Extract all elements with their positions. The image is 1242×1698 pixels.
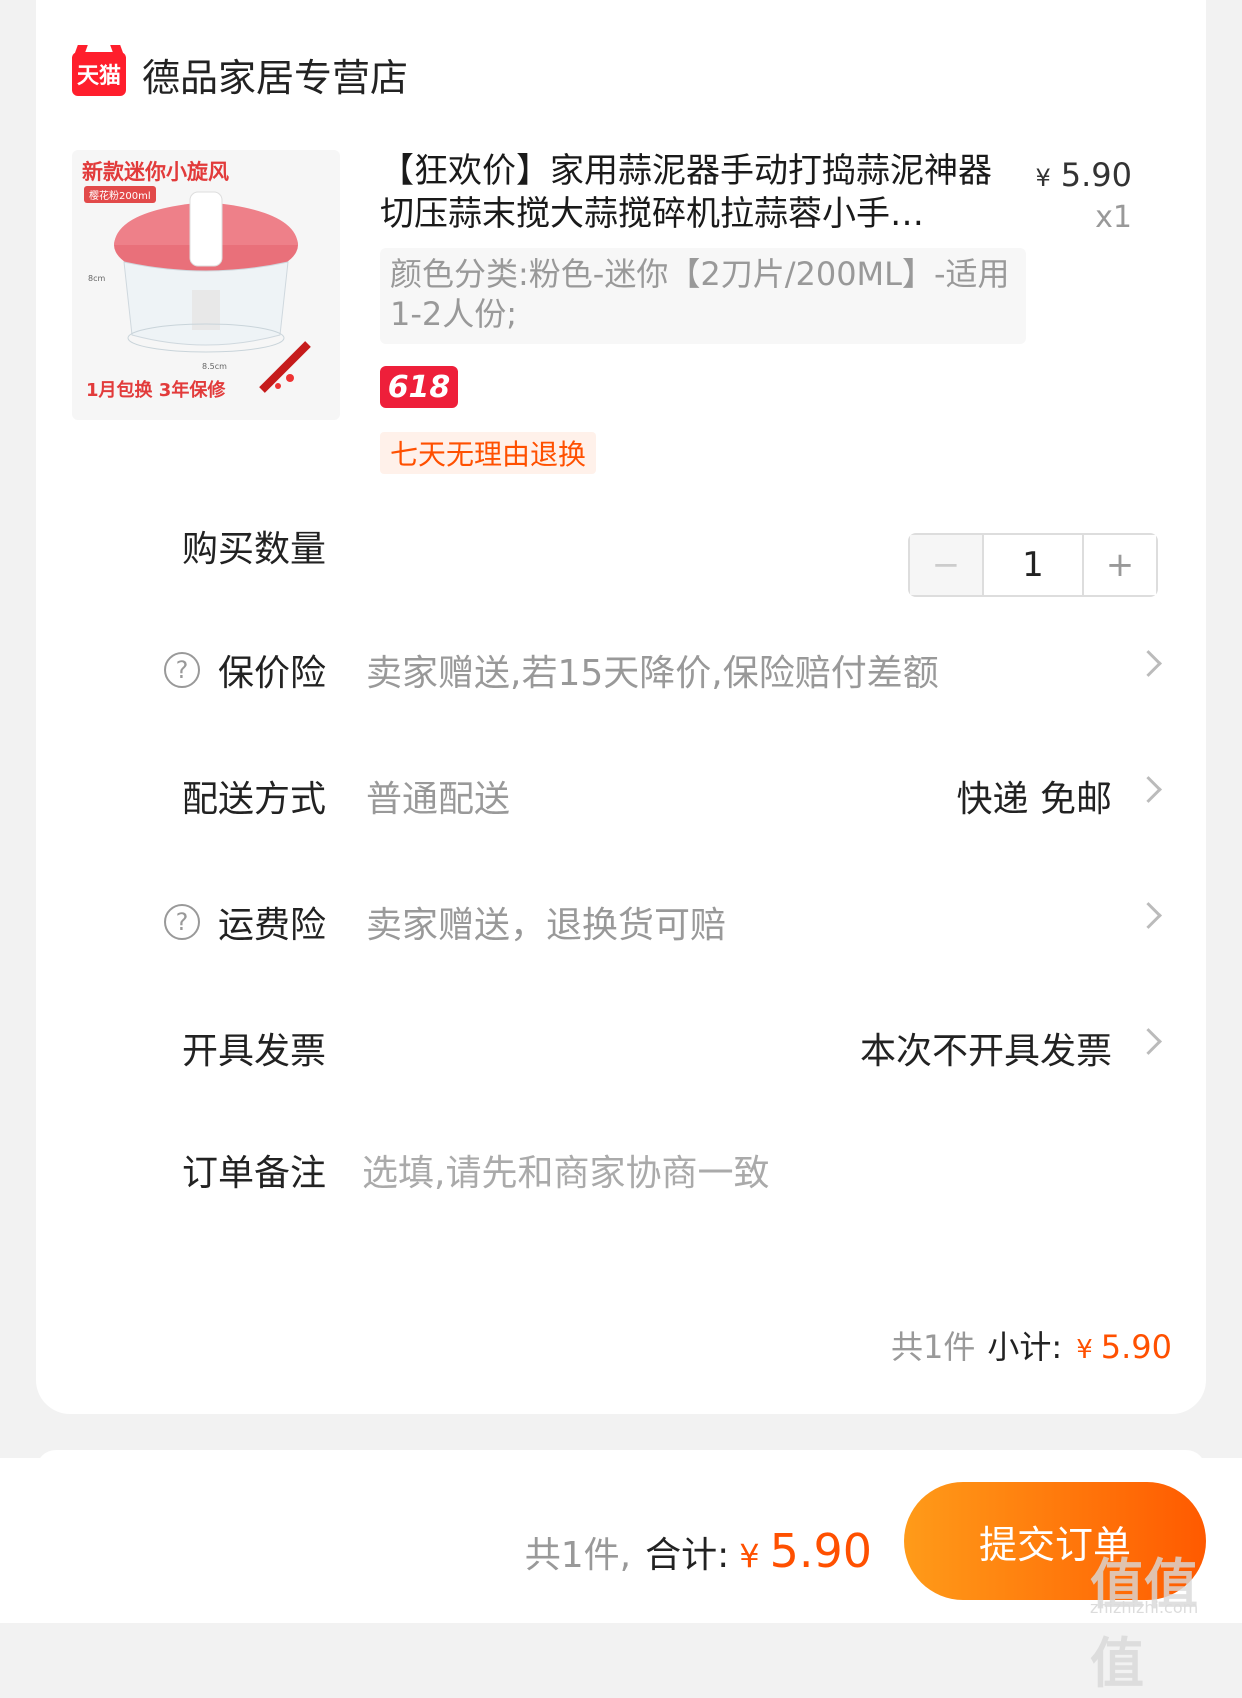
remark-row[interactable]: 订单备注 选填,请先和商家协商一致: [36, 1140, 1206, 1200]
tmall-logo-text: 天猫: [76, 64, 121, 89]
chevron-right-icon: [1135, 1028, 1162, 1055]
price-insurance-row[interactable]: ? 保价险 卖家赠送,若15天降价,保险赔付差额: [36, 640, 1206, 700]
price-insurance-label: 保价险: [218, 653, 327, 694]
delivery-row[interactable]: 配送方式 普通配送 快递 免邮: [36, 766, 1206, 826]
watermark-logo: 值值值: [1090, 1553, 1198, 1695]
product-qty: x1: [1095, 200, 1132, 235]
freight-insurance-row[interactable]: ? 运费险 卖家赠送，退换货可赔: [36, 892, 1206, 952]
store-name[interactable]: 德品家居专营店: [142, 47, 408, 102]
tmall-logo: 天猫: [72, 52, 126, 96]
return-policy-tag: 七天无理由退换: [380, 432, 597, 474]
product-sku[interactable]: 颜色分类:粉色-迷你【2刀片/200ML】-适用1-2人份;: [380, 248, 1026, 344]
subtotal-currency: ¥: [1076, 1335, 1093, 1365]
quantity-label: 购买数量: [182, 529, 327, 570]
freight-insurance-label: 运费险: [218, 905, 327, 946]
help-icon[interactable]: ?: [164, 652, 200, 688]
image-caption-warranty: 1月包换 3年保修: [86, 380, 226, 401]
decrease-button[interactable]: −: [910, 535, 984, 595]
subtotal-count: 共1件: [891, 1328, 976, 1366]
subtotal: 共1件 小计: ¥5.90: [891, 1322, 1172, 1368]
price-currency: ¥: [1035, 164, 1051, 192]
subtotal-amount: ¥5.90: [1076, 1328, 1172, 1366]
product-title[interactable]: 【狂欢价】家用蒜泥器手动打捣蒜泥神器切压蒜末搅大蒜搅碎机拉蒜蓉小手…: [380, 150, 1010, 236]
chevron-right-icon: [1135, 776, 1162, 803]
promo-618-badge: 618: [380, 366, 458, 408]
order-total: 共1件, 合计: ¥5.90: [525, 1524, 872, 1578]
invoice-value: 本次不开具发票: [859, 1031, 1112, 1072]
subtotal-label: 小计:: [987, 1328, 1063, 1366]
product-price: ¥5.90: [1035, 156, 1132, 194]
chevron-right-icon: [1135, 902, 1162, 929]
quantity-stepper[interactable]: − 1 +: [908, 533, 1158, 597]
subtotal-value: 5.90: [1100, 1328, 1172, 1366]
freight-insurance-desc: 卖家赠送，退换货可赔: [366, 905, 727, 946]
quantity-input[interactable]: 1: [984, 535, 1082, 595]
help-icon[interactable]: ?: [164, 904, 200, 940]
chevron-right-icon: [1135, 650, 1162, 677]
total-count: 共1件,: [524, 1535, 632, 1576]
remark-label: 订单备注: [182, 1153, 327, 1194]
delivery-value: 快递 免邮: [956, 779, 1112, 820]
price-value: 5.90: [1060, 156, 1132, 194]
order-card: 天猫 德品家居专营店 新款迷你小旋风 樱花粉200ml 11cm 8cm 8.5…: [36, 0, 1206, 1414]
total-amount: ¥5.90: [739, 1524, 872, 1578]
total-currency: ¥: [739, 1537, 760, 1575]
product-image[interactable]: 新款迷你小旋风 樱花粉200ml 11cm 8cm 8.5cm 1月包换 3年保…: [72, 150, 340, 420]
total-label: 合计:: [645, 1535, 730, 1576]
remark-input[interactable]: 选填,请先和商家协商一致: [362, 1144, 769, 1196]
invoice-row[interactable]: 开具发票 本次不开具发票: [36, 1018, 1206, 1078]
watermark-url: zhizhizhi.com: [1090, 1598, 1199, 1617]
invoice-label: 开具发票: [182, 1031, 327, 1072]
price-insurance-desc: 卖家赠送,若15天降价,保险赔付差额: [366, 653, 939, 694]
total-value: 5.90: [769, 1524, 872, 1578]
delivery-label: 配送方式: [182, 779, 327, 820]
increase-button[interactable]: +: [1082, 535, 1156, 595]
store-header[interactable]: 天猫 德品家居专营店: [72, 44, 408, 104]
delivery-desc: 普通配送: [366, 779, 511, 820]
